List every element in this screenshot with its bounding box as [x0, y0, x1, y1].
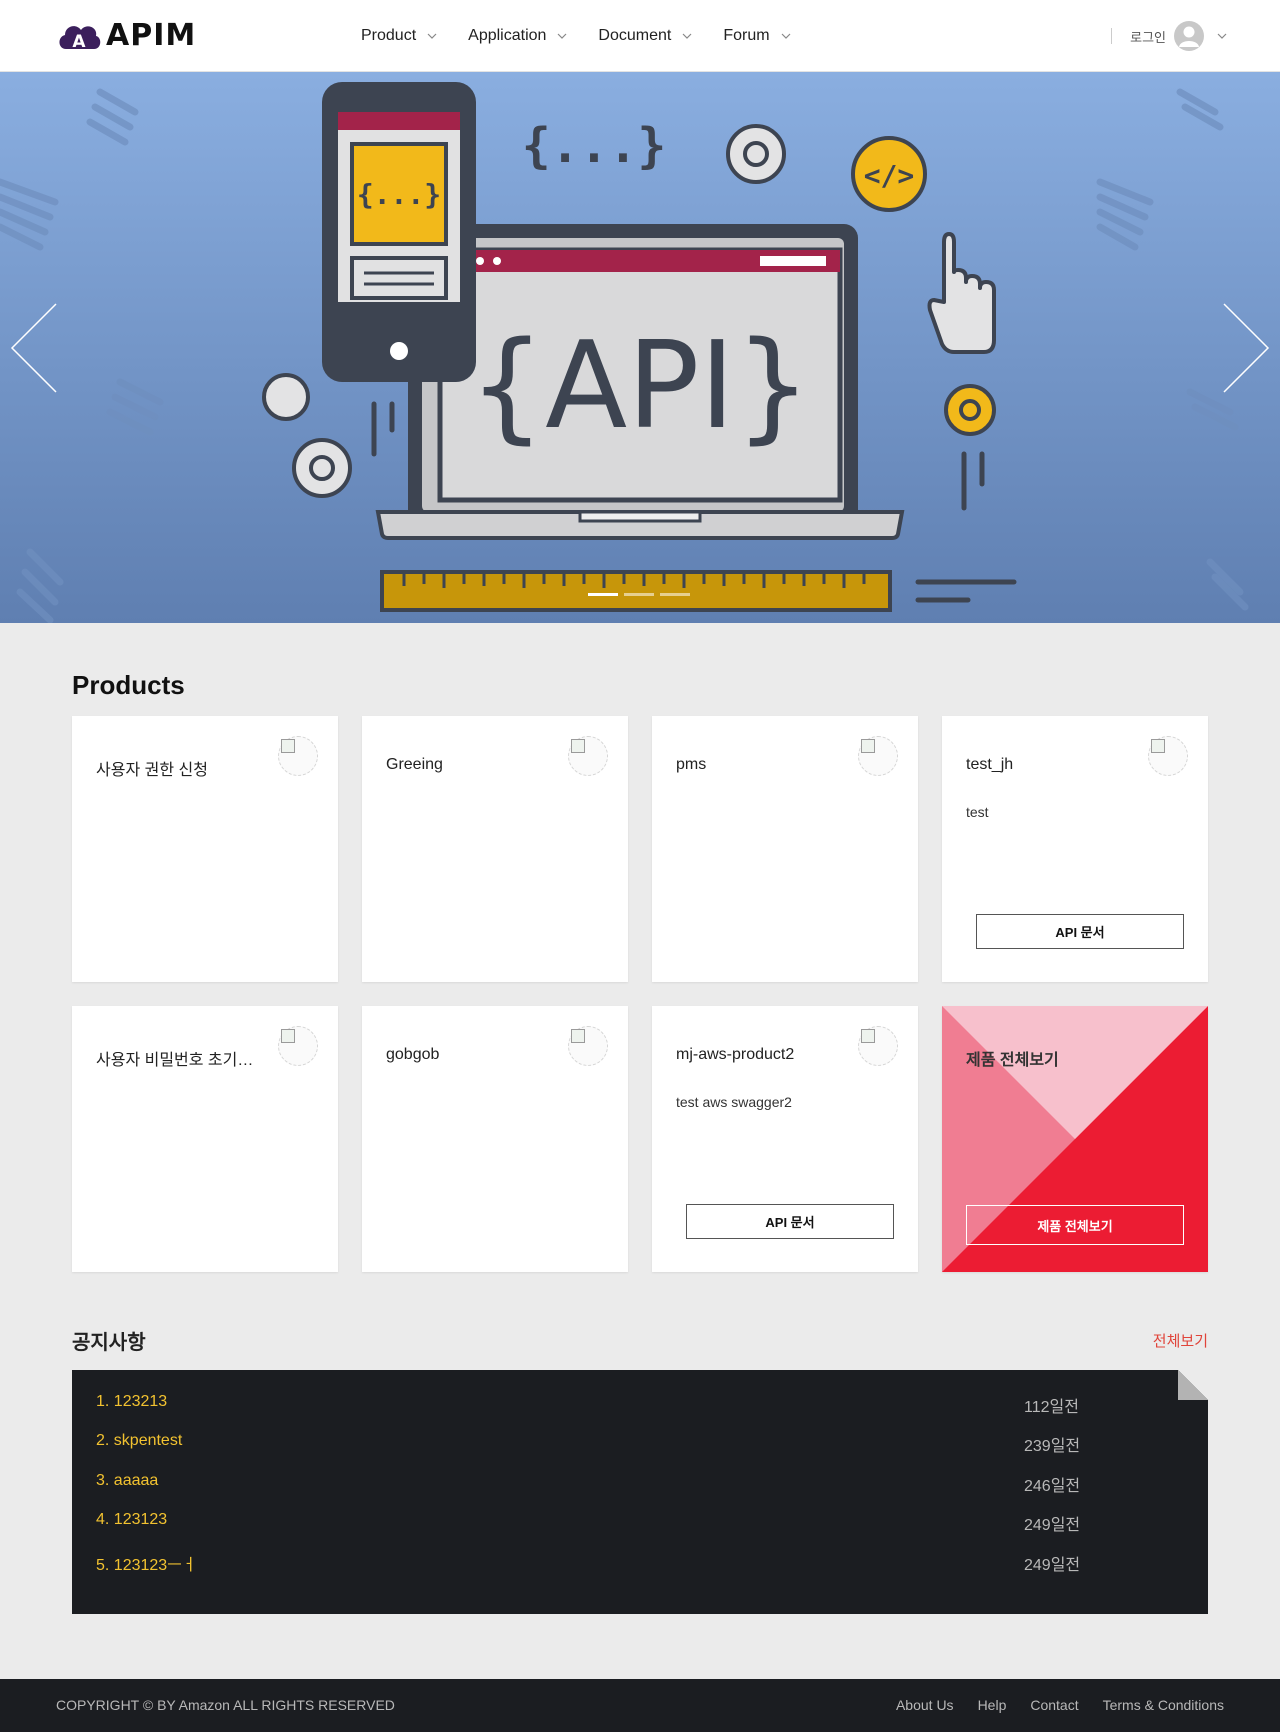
product-image	[568, 1026, 608, 1066]
code-badge-text: </>	[864, 159, 915, 192]
carousel-dot[interactable]	[588, 593, 618, 596]
chevron-down-icon	[682, 33, 692, 39]
nav-document[interactable]: Document	[598, 27, 693, 45]
product-card-description: test aws swagger2	[676, 1094, 792, 1110]
notice-item-title[interactable]: 2. skpentest	[96, 1432, 182, 1456]
chevron-down-icon	[781, 33, 791, 39]
carousel-dot[interactable]	[660, 593, 690, 596]
copyright-text: COPYRIGHT © BY Amazon ALL RIGHTS RESERVE…	[56, 1697, 395, 1713]
nav-product[interactable]: Product	[361, 27, 438, 45]
hero-carousel: {API} {...} {...} </>	[0, 72, 1280, 623]
product-image	[1148, 736, 1188, 776]
notice-item-title[interactable]: 3. aaaaa	[96, 1472, 158, 1496]
notice-title: 공지사항	[72, 1332, 146, 1354]
product-card-title: 사용자 권한 신청	[96, 762, 208, 779]
product-card-title: gobgob	[386, 1046, 440, 1063]
list-item[interactable]: 5. 123123ㅡㅓ 249일전	[96, 1551, 1096, 1575]
product-image	[858, 736, 898, 776]
api-doc-button[interactable]: API 문서	[976, 914, 1184, 949]
floating-braces-text: {...}	[522, 118, 667, 174]
product-card-title: mj-aws-product2	[676, 1046, 795, 1063]
footer-link-help[interactable]: Help	[978, 1697, 1007, 1713]
nav-forum[interactable]: Forum	[723, 27, 791, 45]
page-fold-icon	[1178, 1370, 1208, 1400]
login-link[interactable]: 로그인	[1130, 27, 1166, 46]
footer-link-contact[interactable]: Contact	[1030, 1697, 1078, 1713]
notice-item-title[interactable]: 4. 123123	[96, 1511, 167, 1535]
notice-item-date: 239일전	[1024, 1438, 1081, 1455]
nav-document-label: Document	[598, 27, 672, 44]
carousel-next-arrow-icon[interactable]	[1218, 300, 1274, 396]
footer-link-about[interactable]: About Us	[896, 1697, 954, 1713]
view-all-title: 제품 전체보기	[966, 1052, 1059, 1069]
notice-view-all-link[interactable]: 전체보기	[1153, 1330, 1208, 1351]
product-image	[568, 736, 608, 776]
nav-application-label: Application	[468, 27, 547, 44]
notice-list: 1. 123213 112일전 2. skpentest 239일전 3. aa…	[72, 1370, 1208, 1614]
product-card[interactable]: pms	[652, 716, 918, 982]
products-title: Products	[72, 670, 185, 700]
product-card[interactable]: 사용자 비밀번호 초기화 ...	[72, 1006, 338, 1272]
nav-product-label: Product	[361, 27, 417, 44]
list-item[interactable]: 4. 123123 249일전	[96, 1511, 1096, 1535]
list-item[interactable]: 2. skpentest 239일전	[96, 1432, 1096, 1456]
phone-braces-text: {...}	[357, 178, 441, 211]
user-menu[interactable]: 로그인	[1111, 0, 1228, 72]
view-all-products-button[interactable]: 제품 전체보기	[966, 1205, 1184, 1245]
logo-letter: A	[72, 32, 86, 52]
product-image	[278, 1026, 318, 1066]
product-card[interactable]: mj-aws-product2 test aws swagger2 API 문서	[652, 1006, 918, 1272]
carousel-dot[interactable]	[624, 593, 654, 596]
api-doc-button[interactable]: API 문서	[686, 1204, 894, 1239]
divider	[1111, 28, 1113, 44]
product-card[interactable]: Greeing	[362, 716, 628, 982]
main-nav: Product Application Document Forum	[361, 0, 822, 72]
product-card-description: test	[966, 804, 989, 820]
product-card-title: 사용자 비밀번호 초기화 ...	[96, 1052, 268, 1069]
product-card[interactable]: gobgob	[362, 1006, 628, 1272]
footer-link-terms[interactable]: Terms & Conditions	[1103, 1697, 1224, 1713]
user-icon	[1179, 26, 1199, 47]
notice-item-date: 249일전	[1024, 1517, 1081, 1534]
notice-item-title[interactable]: 5. 123123ㅡㅓ	[96, 1551, 197, 1575]
notice-item-title[interactable]: 1. 123213	[96, 1393, 167, 1417]
chevron-down-icon[interactable]	[1216, 30, 1228, 42]
brand-logo[interactable]: A APIM	[56, 18, 196, 53]
product-card-title: pms	[676, 756, 707, 773]
product-card[interactable]: test_jh test API 문서	[942, 716, 1208, 982]
carousel-prev-arrow-icon[interactable]	[6, 300, 62, 396]
product-card-title: test_jh	[966, 756, 1014, 773]
notice-item-date: 246일전	[1024, 1478, 1081, 1495]
list-item[interactable]: 1. 123213 112일전	[96, 1393, 1096, 1417]
chevron-down-icon	[557, 33, 567, 39]
site-footer: COPYRIGHT © BY Amazon ALL RIGHTS RESERVE…	[0, 1679, 1280, 1732]
notice-item-date: 249일전	[1024, 1557, 1081, 1574]
notice-item-date: 112일전	[1024, 1399, 1079, 1416]
footer-links: About Us Help Contact Terms & Conditions	[896, 1697, 1224, 1713]
chevron-down-icon	[427, 33, 437, 39]
nav-application[interactable]: Application	[468, 27, 568, 45]
brand-name: APIM	[106, 18, 197, 53]
site-header: A APIM Product Application Document Foru…	[0, 0, 1280, 72]
avatar[interactable]	[1174, 21, 1204, 51]
cloud-logo-icon: A	[59, 25, 101, 52]
nav-forum-label: Forum	[723, 27, 770, 44]
list-item[interactable]: 3. aaaaa 246일전	[96, 1472, 1096, 1496]
product-card-title: Greeing	[386, 756, 443, 773]
carousel-indicators	[588, 593, 690, 596]
api-illustration: {API} {...} {...} </>	[0, 82, 1249, 623]
product-image	[278, 736, 318, 776]
product-image	[858, 1026, 898, 1066]
product-card[interactable]: 사용자 권한 신청	[72, 716, 338, 982]
view-all-products-card[interactable]: 제품 전체보기 제품 전체보기	[942, 1006, 1208, 1272]
api-text: {API}	[469, 317, 812, 456]
